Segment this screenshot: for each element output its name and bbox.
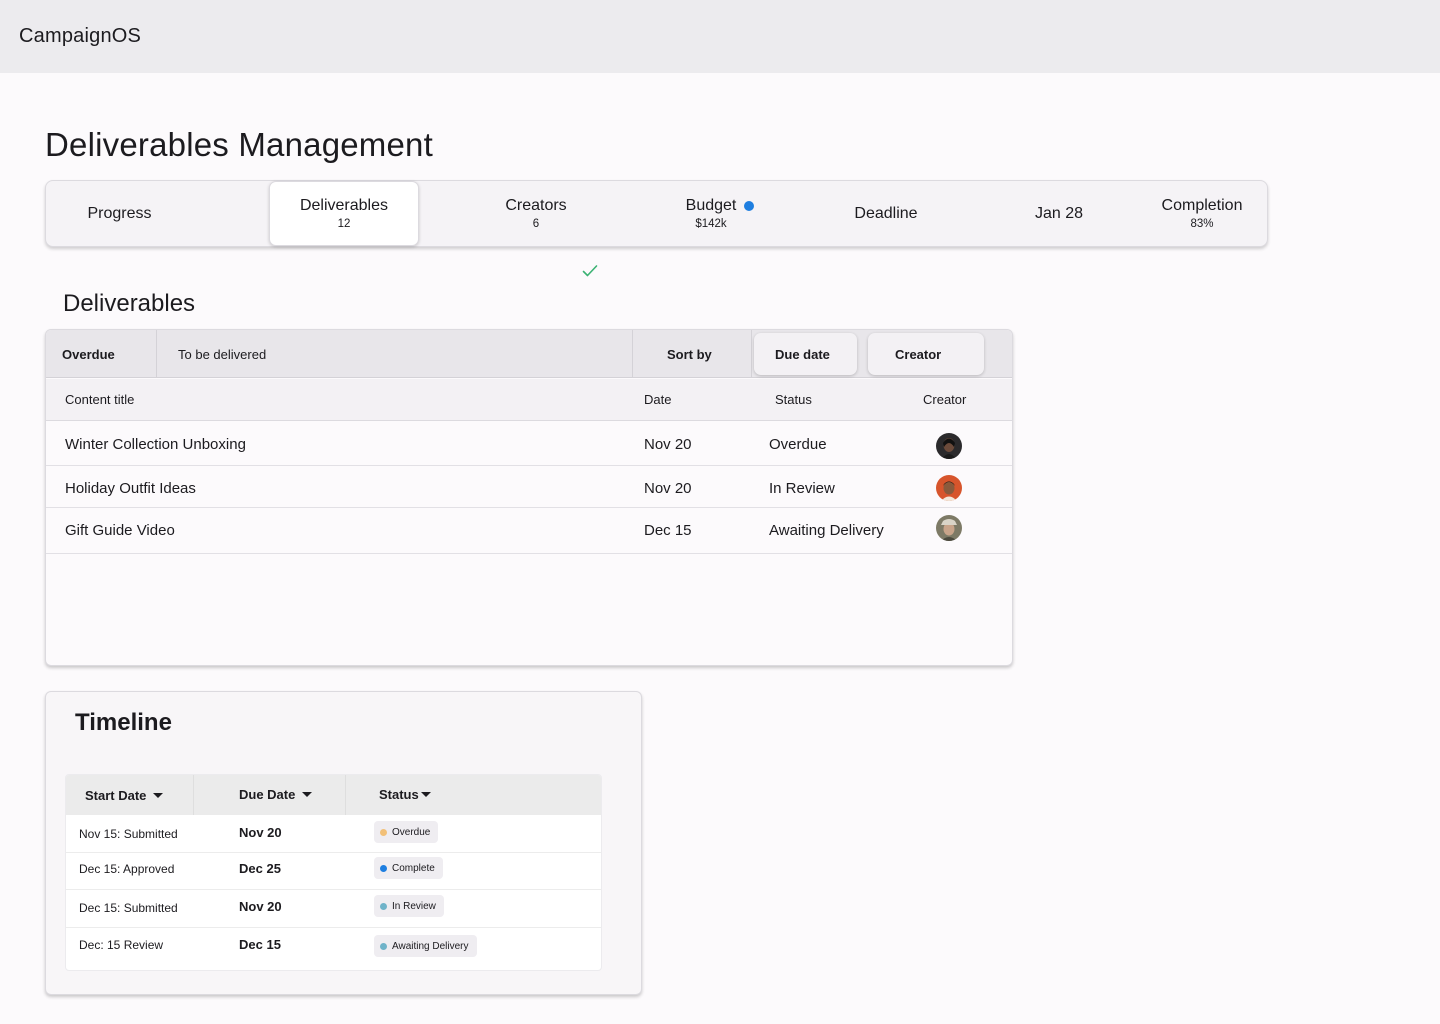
due-date: Dec 15 [239, 937, 281, 952]
stat-deadline-date[interactable]: Jan 28 [1001, 181, 1117, 246]
sort-creator-button[interactable]: Creator [868, 333, 984, 375]
due-date: Dec 25 [239, 861, 281, 876]
divider [345, 775, 346, 815]
column-label: Due Date [239, 787, 296, 802]
creator-avatar[interactable] [936, 515, 962, 541]
status-label: Complete [392, 862, 435, 874]
caret-down-icon [153, 793, 164, 798]
column-header-creator[interactable]: Creator [923, 392, 966, 407]
column-header-date[interactable]: Date [644, 392, 671, 407]
table-row[interactable]: Holiday Outfit Ideas Nov 20 In Review [46, 466, 1012, 508]
stat-completion[interactable]: Completion 83% [1136, 181, 1268, 246]
stat-label: Creators [505, 197, 567, 214]
timeline-row[interactable]: Dec: 15 Review Dec 15 Awaiting Delivery [66, 928, 601, 970]
status-dot-icon [380, 902, 387, 910]
stats-tab-bar: Progress Deliverables 12 Creators 6 Budg… [45, 180, 1268, 247]
stat-label: Deadline [854, 204, 918, 222]
status-label: In Review [392, 900, 436, 912]
status-dot-icon [380, 864, 387, 872]
status-dot-icon [380, 942, 387, 950]
stat-progress[interactable]: Progress [46, 181, 193, 246]
status-badge: Overdue [374, 821, 439, 843]
divider [193, 775, 194, 815]
stat-value: $142k [695, 218, 727, 230]
column-label: Start Date [85, 788, 147, 803]
top-bar: CampaignOS [0, 0, 1440, 73]
content-title: Winter Collection Unboxing [65, 436, 246, 453]
table-row[interactable]: Winter Collection Unboxing Nov 20 Overdu… [46, 421, 1012, 466]
column-header-status[interactable]: Status [775, 392, 812, 407]
table-row[interactable]: Gift Guide Video Dec 15 Awaiting Deliver… [46, 508, 1012, 554]
row-status: Awaiting Delivery [769, 522, 884, 539]
due-date: Nov 20 [239, 825, 282, 840]
start-date: Dec 15: Submitted [79, 901, 178, 915]
filter-overdue[interactable]: Overdue [62, 330, 115, 378]
status-badge: In Review [374, 895, 444, 917]
row-date: Nov 20 [644, 436, 692, 453]
deliverables-card: Overdue To be delivered Sort by Due date… [45, 329, 1013, 666]
sort-by-label: Sort by [667, 346, 712, 362]
status-badge: Complete [374, 857, 443, 879]
stat-value: 83% [1190, 218, 1214, 230]
stat-value: 6 [532, 218, 540, 230]
row-date: Dec 15 [644, 522, 692, 539]
avatar-icon [936, 433, 962, 459]
row-status: In Review [769, 480, 835, 497]
status-label: Awaiting Delivery [392, 940, 469, 952]
timeline-row[interactable]: Dec 15: Submitted Nov 20 In Review [66, 890, 601, 928]
stat-deliverables[interactable]: Deliverables 12 [269, 181, 419, 246]
creator-avatar[interactable] [936, 475, 962, 501]
deliverables-section-title: Deliverables [63, 290, 196, 317]
content-title: Holiday Outfit Ideas [65, 480, 196, 497]
column-header-title[interactable]: Content title [65, 392, 134, 407]
divider [751, 330, 752, 378]
timeline-table: Start Date Due Date Status Nov 15: Submi… [65, 774, 602, 971]
sort-status-header[interactable]: Status [379, 787, 431, 802]
row-status: Overdue [769, 436, 827, 453]
stat-label-wrap: Budget [668, 197, 755, 215]
stat-label: Progress [87, 204, 152, 222]
divider [156, 330, 157, 378]
timeline-table-header: Start Date Due Date Status [66, 775, 601, 815]
filter-to-be-delivered[interactable]: To be delivered [178, 330, 266, 378]
start-date: Dec 15: Approved [79, 862, 175, 876]
caret-down-icon [420, 792, 431, 797]
stat-creators[interactable]: Creators 6 [461, 181, 611, 246]
column-label: Status [379, 787, 419, 802]
status-label: Overdue [392, 826, 431, 838]
caret-down-icon [302, 792, 313, 797]
avatar-icon [936, 475, 962, 501]
creator-avatar[interactable] [936, 433, 962, 459]
content-title: Gift Guide Video [65, 522, 175, 539]
start-date: Dec: 15 Review [79, 938, 164, 952]
table-header: Content title Date Status Creator [46, 379, 1012, 421]
status-dot-icon [744, 201, 755, 211]
stat-label: Jan 28 [1034, 204, 1084, 222]
stat-budget[interactable]: Budget $142k [646, 181, 776, 246]
avatar-icon [936, 515, 962, 541]
filter-bar: Overdue To be delivered Sort by Due date… [46, 330, 1012, 378]
status-dot-icon [380, 828, 387, 836]
page-title: Deliverables Management [45, 126, 433, 163]
sort-due-date-header[interactable]: Due Date [239, 787, 313, 802]
timeline-title: Timeline [75, 709, 172, 736]
timeline-row[interactable]: Dec 15: Approved Dec 25 Complete [66, 853, 601, 890]
sort-due-date-button[interactable]: Due date [754, 333, 857, 375]
stat-deadline[interactable]: Deadline [816, 181, 956, 246]
row-date: Nov 20 [644, 480, 692, 497]
timeline-card: Timeline Start Date Due Date Status Nov … [45, 691, 642, 995]
start-date: Nov 15: Submitted [79, 827, 178, 841]
status-badge: Awaiting Delivery [374, 935, 477, 957]
check-icon [582, 265, 598, 277]
sort-start-date-header[interactable]: Start Date [85, 788, 164, 803]
stat-value: 12 [337, 218, 351, 230]
timeline-row[interactable]: Nov 15: Submitted Nov 20 Overdue [66, 815, 601, 853]
stat-label: Budget [685, 197, 737, 214]
divider [632, 330, 633, 378]
stat-label: Completion [1161, 197, 1243, 214]
due-date: Nov 20 [239, 899, 282, 914]
app-logo[interactable]: CampaignOS [19, 25, 141, 48]
stat-label: Deliverables [299, 197, 389, 214]
